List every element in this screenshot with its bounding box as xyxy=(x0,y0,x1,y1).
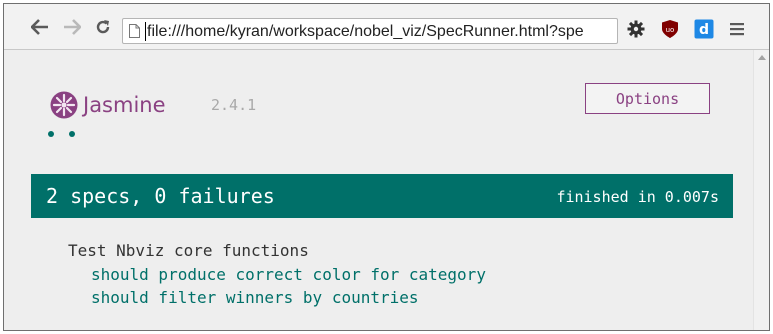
passed-spec-dot[interactable] xyxy=(48,131,54,137)
jasmine-flower-icon xyxy=(50,91,78,119)
browser-toolbar: file:///home/kyran/workspace/nobel_viz/S… xyxy=(4,4,769,50)
duration-text: finished in 0.007s xyxy=(556,188,719,206)
spec-item[interactable]: should filter winners by countries xyxy=(91,288,419,307)
page-icon xyxy=(129,24,140,38)
spec-item[interactable]: should produce correct color for categor… xyxy=(91,265,486,284)
jasmine-logo-text: Jasmine xyxy=(83,93,166,117)
address-bar[interactable]: file:///home/kyran/workspace/nobel_viz/S… xyxy=(122,18,618,44)
version-label: 2.4.1 xyxy=(211,96,257,114)
d-extension-button[interactable]: d xyxy=(693,18,715,40)
forward-arrow-icon xyxy=(64,19,81,35)
menu-button[interactable] xyxy=(726,18,748,40)
ublock-extension-button[interactable]: uo xyxy=(659,18,681,40)
suite-name[interactable]: Test Nbviz core functions xyxy=(68,241,309,260)
text-cursor xyxy=(145,22,146,41)
vertical-scrollbar[interactable] xyxy=(753,50,769,330)
url-text[interactable]: file:///home/kyran/workspace/nobel_viz/S… xyxy=(147,22,584,42)
d-extension-label: d xyxy=(699,22,709,38)
scroll-up-arrow-icon[interactable] xyxy=(758,55,766,60)
hamburger-menu-icon xyxy=(730,23,744,36)
back-arrow-icon xyxy=(31,19,48,35)
jasmine-logo[interactable]: Jasmine xyxy=(49,89,166,121)
forward-button[interactable] xyxy=(61,16,83,38)
results-summary-bar: 2 specs, 0 failures finished in 0.007s xyxy=(31,174,733,218)
gear-icon xyxy=(627,20,645,38)
back-button[interactable] xyxy=(29,16,51,38)
ublock-icon: uo xyxy=(662,20,678,38)
d-extension-icon: d xyxy=(694,19,714,39)
reload-icon xyxy=(96,20,110,34)
spec-status-dots xyxy=(48,131,75,137)
reload-button[interactable] xyxy=(92,16,114,38)
summary-text: 2 specs, 0 failures xyxy=(46,184,275,208)
passed-spec-dot[interactable] xyxy=(69,131,75,137)
settings-extension-button[interactable] xyxy=(625,18,647,40)
ublock-label: uo xyxy=(666,26,675,34)
options-button[interactable]: Options xyxy=(585,83,710,114)
browser-window: file:///home/kyran/workspace/nobel_viz/S… xyxy=(3,3,770,331)
page-content: Jasmine 2.4.1 Options 2 specs, 0 failure… xyxy=(4,50,753,330)
